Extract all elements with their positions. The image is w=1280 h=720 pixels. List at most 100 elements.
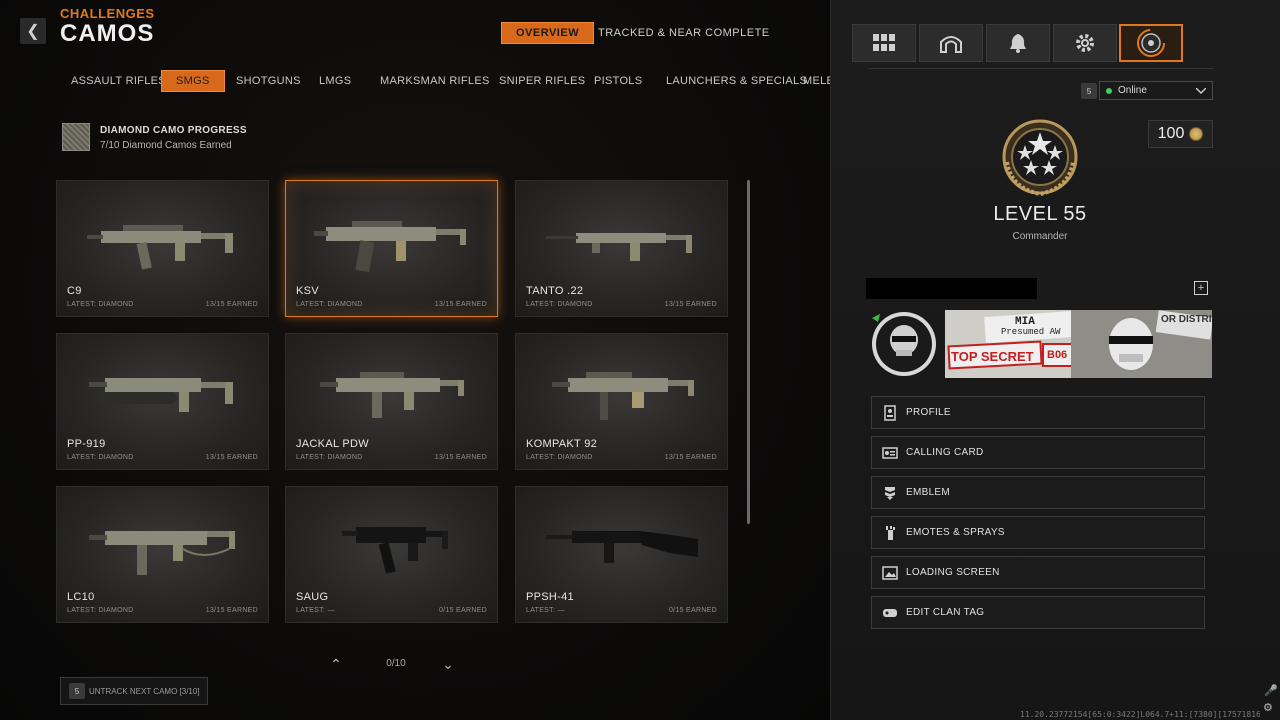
weapon-latest-camo: LATEST: DIAMOND [526, 301, 593, 308]
menu-grid-button[interactable] [852, 24, 916, 62]
online-dot-icon [1106, 87, 1112, 94]
currency-display: 100 [1148, 120, 1213, 148]
untrack-label: UNTRACK NEXT CAMO [3/10] [89, 686, 200, 696]
add-friend-icon[interactable]: + [1194, 281, 1208, 295]
weapon-card-ksv[interactable]: KSV LATEST: DIAMOND 13/15 EARNED [285, 180, 498, 317]
weapon-card-kompakt-92[interactable]: KOMPAKT 92 LATEST: DIAMOND 13/15 EARNED [515, 333, 728, 470]
microphone-icon: 🎤 [1264, 685, 1278, 697]
tab-pistols[interactable]: PISTOLS [580, 70, 656, 92]
chevron-down-icon[interactable]: ⌄ [438, 654, 458, 674]
panel-divider [868, 68, 1213, 69]
menu-label: PROFILE [906, 407, 951, 418]
grid-scrollbar[interactable] [747, 180, 750, 524]
build-version-text: 11.20.23772154[65:0:3422]L064.7+11:[7380… [1020, 710, 1260, 719]
prestige-button[interactable] [1119, 24, 1183, 62]
edit-clan-tag-button[interactable]: EDIT CLAN TAG [871, 596, 1205, 629]
calling-card-icon [882, 446, 898, 459]
weapon-earned-count: 13/15 EARNED [205, 607, 258, 614]
weapon-latest-camo: LATEST: DIAMOND [67, 607, 134, 614]
player-level: LEVEL 55 [993, 203, 1087, 225]
c9-weapon-image [87, 225, 233, 270]
weapon-latest-camo: LATEST: — [526, 607, 565, 614]
notifications-button[interactable] [986, 24, 1050, 62]
progress-subtitle: 7/10 Diamond Camos Earned [100, 140, 232, 151]
tab-marksman-rifles[interactable]: MARKSMAN RIFLES [366, 70, 504, 92]
clan-tag-icon [883, 608, 897, 617]
weapon-name: JACKAL PDW [296, 438, 369, 450]
tab-lmgs[interactable]: LMGS [305, 70, 365, 92]
weapon-name: C9 [67, 285, 82, 297]
weapon-card-saug[interactable]: SAUG LATEST: — 0/15 EARNED [285, 486, 498, 623]
weapon-earned-count: 0/15 EARNED [668, 607, 717, 614]
weapon-name: LC10 [67, 591, 95, 603]
tab-tracked-near-complete[interactable]: TRACKED & NEAR COMPLETE [584, 22, 784, 44]
menu-label: LOADING SCREEN [906, 567, 1000, 578]
chevron-down-icon [1196, 87, 1206, 94]
settings-button[interactable] [1053, 24, 1117, 62]
weapon-latest-camo: LATEST: DIAMOND [67, 454, 134, 461]
weapon-name: PP-919 [67, 438, 106, 450]
ksv-weapon-image [314, 221, 466, 273]
key-prompt: 5 [69, 683, 85, 699]
jackal-pdw-weapon-image [320, 372, 464, 418]
weapon-name: SAUG [296, 591, 329, 603]
weapon-name: PPSH-41 [526, 591, 574, 603]
weapon-earned-count: 0/15 EARNED [438, 607, 487, 614]
weapon-earned-count: 13/15 EARNED [434, 301, 487, 308]
tanto-22-weapon-image [546, 233, 692, 261]
untrack-next-camo-button[interactable]: 5 UNTRACK NEXT CAMO [3/10] [60, 677, 208, 705]
weapon-card-lc10[interactable]: LC10 LATEST: DIAMOND 13/15 EARNED [56, 486, 269, 623]
menu-label: EMOTES & SPRAYS [906, 527, 1005, 538]
weapon-card-tanto-22[interactable]: TANTO .22 LATEST: DIAMOND 13/15 EARNED [515, 180, 728, 317]
weapon-card-ppsh-41[interactable]: PPSH-41 LATEST: — 0/15 EARNED [515, 486, 728, 623]
camo-pager: ⌃ 0/10 ⌄ [320, 652, 470, 676]
saug-weapon-image [342, 527, 448, 574]
weapon-earned-count: 13/15 EARNED [664, 454, 717, 461]
weapon-card-c9[interactable]: C9 LATEST: DIAMOND 13/15 EARNED [56, 180, 269, 317]
calling-card-button[interactable]: CALLING CARD [871, 436, 1205, 469]
coin-icon [1189, 127, 1204, 141]
weapon-name: KOMPAKT 92 [526, 438, 598, 450]
loading-screen-button[interactable]: LOADING SCREEN [871, 556, 1205, 589]
page-title: CAMOS [60, 20, 155, 47]
emblem-icon [885, 486, 895, 500]
helmet-icon [940, 36, 962, 53]
chevron-up-icon[interactable]: ⌃ [326, 654, 346, 674]
weapon-card-pp-919[interactable]: PP-919 LATEST: DIAMOND 13/15 EARNED [56, 333, 269, 470]
weapon-earned-count: 13/15 EARNED [434, 454, 487, 461]
pp-919-weapon-image [89, 378, 233, 412]
chevron-left-icon: ❮ [26, 23, 40, 40]
tab-melee[interactable]: MELEE [789, 70, 830, 92]
tab-smgs[interactable]: SMGS [161, 70, 225, 92]
rank-emblem-icon [1002, 119, 1078, 196]
profile-icon [884, 404, 896, 421]
tab-shotguns[interactable]: SHOTGUNS [222, 70, 315, 92]
redacted-player-name [866, 278, 1037, 299]
gear-icon [1076, 34, 1094, 52]
weapon-card-jackal-pdw[interactable]: JACKAL PDW LATEST: DIAMOND 13/15 EARNED [285, 333, 498, 470]
weapon-category-tabs: ASSAULT RIFLES SMGS SHOTGUNS LMGS MARKSM… [0, 70, 830, 92]
status-label: Online [1118, 85, 1147, 96]
emblem-button[interactable]: EMBLEM [871, 476, 1205, 509]
weapon-latest-camo: LATEST: DIAMOND [526, 454, 593, 461]
weapon-latest-camo: LATEST: DIAMOND [296, 301, 363, 308]
profile-button[interactable]: PROFILE [871, 396, 1205, 429]
weapon-latest-camo: LATEST: DIAMOND [67, 301, 134, 308]
calling-card-image: MIA Presumed AW TOP SECRET B06 OR DISTRI… [945, 310, 1212, 378]
currency-amount: 100 [1157, 125, 1185, 142]
status-key-prompt: 5 [1081, 83, 1097, 99]
progress-title: DIAMOND CAMO PROGRESS [100, 125, 247, 136]
weapon-latest-camo: LATEST: DIAMOND [296, 454, 363, 461]
rank-title: Commander [1012, 231, 1068, 242]
grid-icon [873, 34, 895, 51]
online-status-dropdown[interactable]: Online [1099, 81, 1213, 100]
weapon-latest-camo: LATEST: — [296, 607, 335, 614]
prestige-icon [1137, 29, 1165, 57]
tab-overview[interactable]: OVERVIEW [501, 22, 595, 44]
menu-label: CALLING CARD [906, 447, 984, 458]
operators-button[interactable] [919, 24, 983, 62]
ppsh-41-weapon-image [546, 531, 698, 563]
emotes-sprays-button[interactable]: EMOTES & SPRAYS [871, 516, 1205, 549]
back-button[interactable]: ❮ [20, 18, 46, 44]
menu-label: EDIT CLAN TAG [906, 607, 985, 618]
